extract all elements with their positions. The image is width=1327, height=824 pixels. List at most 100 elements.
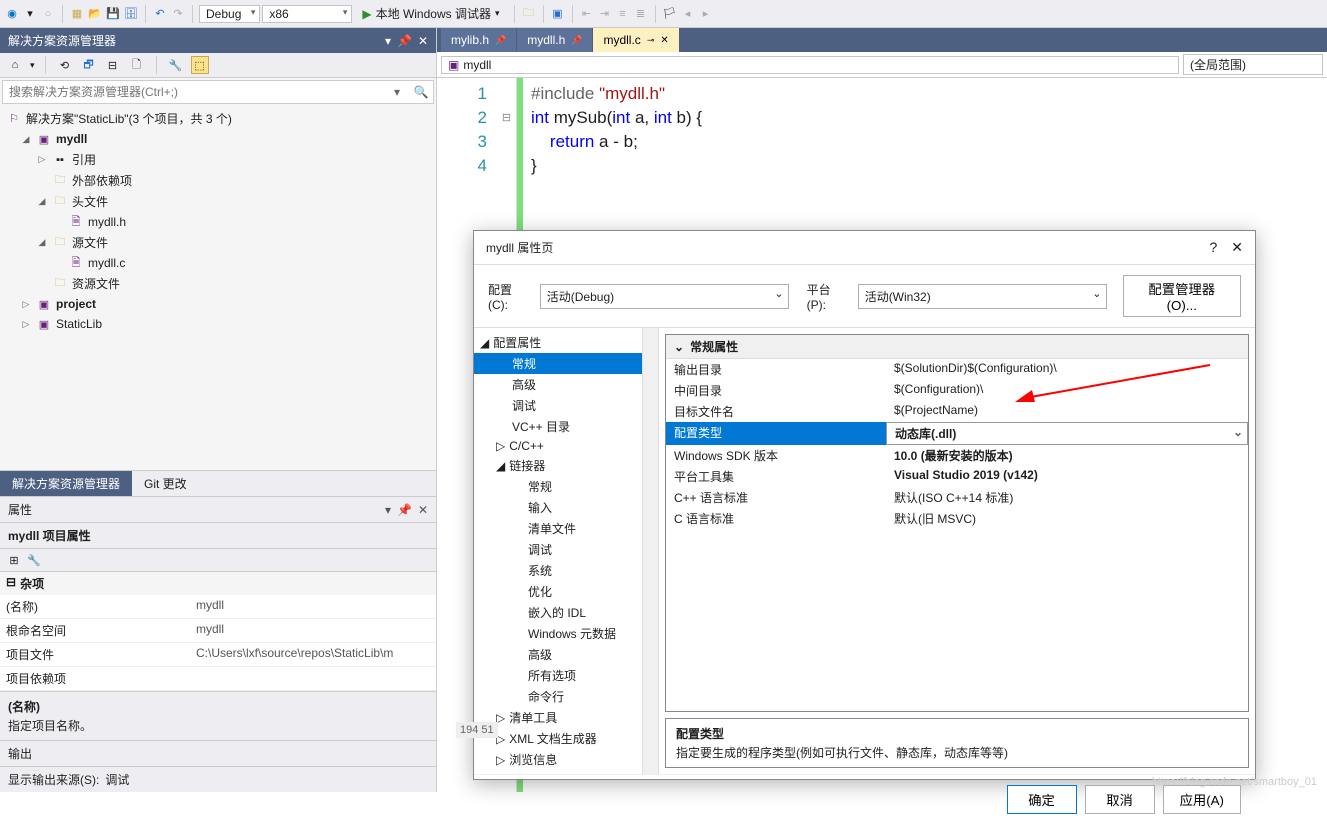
prop-namespace[interactable]: 根命名空间mydll xyxy=(0,619,436,643)
cancel-button[interactable]: 取消 xyxy=(1085,785,1155,814)
sync-icon[interactable]: ⟲ xyxy=(56,56,74,74)
tree-link-opt[interactable]: 优化 xyxy=(474,581,658,602)
preview-icon[interactable]: ⬚ xyxy=(191,56,209,74)
platform-combo[interactable]: x86 xyxy=(262,5,352,23)
config-manager-button[interactable]: 配置管理器(O)... xyxy=(1123,275,1241,317)
references-node[interactable]: ▷▪▪引用 xyxy=(0,149,436,170)
prop-name[interactable]: (名称)mydll xyxy=(0,595,436,619)
external-deps-node[interactable]: 🗀外部依赖项 xyxy=(0,170,436,191)
refresh-icon[interactable]: 🗗 xyxy=(80,56,98,74)
pin-icon[interactable]: 📌 xyxy=(397,503,412,517)
ok-button[interactable]: 确定 xyxy=(1007,785,1077,814)
row-sdk-version[interactable]: Windows SDK 版本10.0 (最新安装的版本) xyxy=(666,445,1248,466)
row-config-type[interactable]: 配置类型动态库(.dll) xyxy=(666,422,1248,445)
props-group-misc[interactable]: ⊟杂项 xyxy=(0,572,436,595)
uncomment-icon[interactable]: ≣ xyxy=(633,6,649,22)
undo-icon[interactable]: ↶ xyxy=(152,6,168,22)
help-icon[interactable]: ? xyxy=(1209,239,1217,256)
pin-icon[interactable]: 📌 xyxy=(397,34,412,48)
tree-manifest-tool[interactable]: ▷清单工具 xyxy=(474,707,658,728)
close-icon[interactable]: ✕ xyxy=(660,35,668,46)
tree-link-winmeta[interactable]: Windows 元数据 xyxy=(474,623,658,644)
config-combo[interactable]: Debug xyxy=(199,5,260,23)
tree-browse-info[interactable]: ▷浏览信息 xyxy=(474,749,658,770)
tree-scrollbar[interactable] xyxy=(642,328,658,774)
tree-link-input[interactable]: 输入 xyxy=(474,497,658,518)
project-project[interactable]: ▷▣project xyxy=(0,294,436,314)
indent-left-icon[interactable]: ⇤ xyxy=(579,6,595,22)
resources-node[interactable]: 🗀资源文件 xyxy=(0,273,436,294)
row-intermediate-dir[interactable]: 中间目录$(Configuration)\ xyxy=(666,380,1248,401)
properties-icon[interactable]: 🔧 xyxy=(167,56,185,74)
tree-link-adv[interactable]: 高级 xyxy=(474,644,658,665)
close-icon[interactable]: ✕ xyxy=(418,503,428,517)
platform-select[interactable]: 活动(Win32) xyxy=(858,284,1107,309)
pin-icon[interactable]: 📌 xyxy=(571,35,582,46)
row-cpp-std[interactable]: C++ 语言标准默认(ISO C++14 标准) xyxy=(666,487,1248,508)
apply-button[interactable]: 应用(A) xyxy=(1163,785,1241,814)
row-c-std[interactable]: C 语言标准默认(旧 MSVC) xyxy=(666,508,1248,529)
tree-link-general[interactable]: 常规 xyxy=(474,476,658,497)
output-source-val[interactable]: 调试 xyxy=(105,771,129,788)
sources-node[interactable]: ◢🗀源文件 xyxy=(0,232,436,253)
start-debug-button[interactable]: ▶ 本地 Windows 调试器 ▾ xyxy=(354,3,507,24)
bookmark-prev-icon[interactable]: ◂ xyxy=(680,6,696,22)
row-target-name[interactable]: 目标文件名$(ProjectName) xyxy=(666,401,1248,422)
tree-link-manifest[interactable]: 清单文件 xyxy=(474,518,658,539)
open-icon[interactable]: 📂 xyxy=(87,6,103,22)
header-file[interactable]: 🗎mydll.h xyxy=(0,212,436,232)
tree-link-all[interactable]: 所有选项 xyxy=(474,665,658,686)
project-mydll[interactable]: ◢▣mydll xyxy=(0,129,436,149)
search-input[interactable] xyxy=(3,81,385,103)
tool-icon-1[interactable]: 🗀 xyxy=(521,6,537,22)
redo-icon[interactable]: ↷ xyxy=(170,6,186,22)
project-staticlib[interactable]: ▷▣StaticLib xyxy=(0,314,436,334)
categorize-icon[interactable]: ⊞ xyxy=(6,552,22,568)
comment-icon[interactable]: ≡ xyxy=(615,6,631,22)
prop-deps[interactable]: 项目依赖项 xyxy=(0,667,436,691)
source-file[interactable]: 🗎mydll.c xyxy=(0,253,436,273)
nav-fwd-icon[interactable]: ○ xyxy=(40,6,56,22)
tree-debug[interactable]: 调试 xyxy=(474,395,658,416)
tab-mydll-c[interactable]: mydll.c⊸✕ xyxy=(593,28,679,52)
solution-node[interactable]: ⚐解决方案"StaticLib"(3 个项目，共 3 个) xyxy=(0,108,436,129)
tab-mylib-h[interactable]: mylib.h📌 xyxy=(441,28,517,52)
prop-file[interactable]: 项目文件C:\Users\lxf\source\repos\StaticLib\… xyxy=(0,643,436,667)
collapse-icon[interactable]: ⊟ xyxy=(104,56,122,74)
tree-link-debug[interactable]: 调试 xyxy=(474,539,658,560)
tree-link-cmd[interactable]: 命令行 xyxy=(474,686,658,707)
alpha-icon[interactable]: 🔧 xyxy=(26,552,42,568)
tree-link-system[interactable]: 系统 xyxy=(474,560,658,581)
search-dropdown-icon[interactable]: ▾ xyxy=(385,81,409,103)
close-icon[interactable]: ✕ xyxy=(418,34,428,48)
dropdown-icon[interactable]: ▾ xyxy=(385,503,391,517)
search-icon[interactable]: 🔍 xyxy=(409,81,433,103)
save-icon[interactable]: 💾 xyxy=(105,6,121,22)
tab-solution-explorer[interactable]: 解决方案资源管理器 xyxy=(0,471,132,496)
scope-global[interactable]: (全局范围) xyxy=(1183,54,1323,75)
tab-git[interactable]: Git 更改 xyxy=(132,471,199,496)
tree-config-props[interactable]: ◢配置属性 xyxy=(474,332,658,353)
dropdown-icon[interactable]: ▾ xyxy=(385,34,391,48)
headers-node[interactable]: ◢🗀头文件 xyxy=(0,191,436,212)
pin-icon[interactable]: ⊸ xyxy=(647,35,655,46)
new-project-icon[interactable]: ▦ xyxy=(69,6,85,22)
tree-linker[interactable]: ◢链接器 xyxy=(474,455,658,476)
tab-mydll-h[interactable]: mydll.h📌 xyxy=(517,28,593,52)
tree-cpp[interactable]: ▷C/C++ xyxy=(474,437,658,455)
row-output-dir[interactable]: 输出目录$(SolutionDir)$(Configuration)\ xyxy=(666,359,1248,380)
bookmark-next-icon[interactable]: ▸ xyxy=(698,6,714,22)
row-toolset[interactable]: 平台工具集Visual Studio 2019 (v142) xyxy=(666,466,1248,487)
pin-icon[interactable]: 📌 xyxy=(495,35,506,46)
tool-icon-2[interactable]: ▣ xyxy=(550,6,566,22)
close-icon[interactable]: ✕ xyxy=(1231,239,1243,256)
save-all-icon[interactable]: 🗄 xyxy=(123,6,139,22)
nav-back-icon[interactable]: ◉ xyxy=(4,6,20,22)
tree-general[interactable]: 常规 xyxy=(474,353,658,374)
config-select[interactable]: 活动(Debug) xyxy=(540,284,789,309)
bookmark-icon[interactable]: 🏳 xyxy=(662,6,678,22)
show-all-icon[interactable]: 🗋 xyxy=(128,56,146,74)
indent-right-icon[interactable]: ⇥ xyxy=(597,6,613,22)
tree-advanced[interactable]: 高级 xyxy=(474,374,658,395)
tree-xml-gen[interactable]: ▷XML 文档生成器 xyxy=(474,728,658,749)
